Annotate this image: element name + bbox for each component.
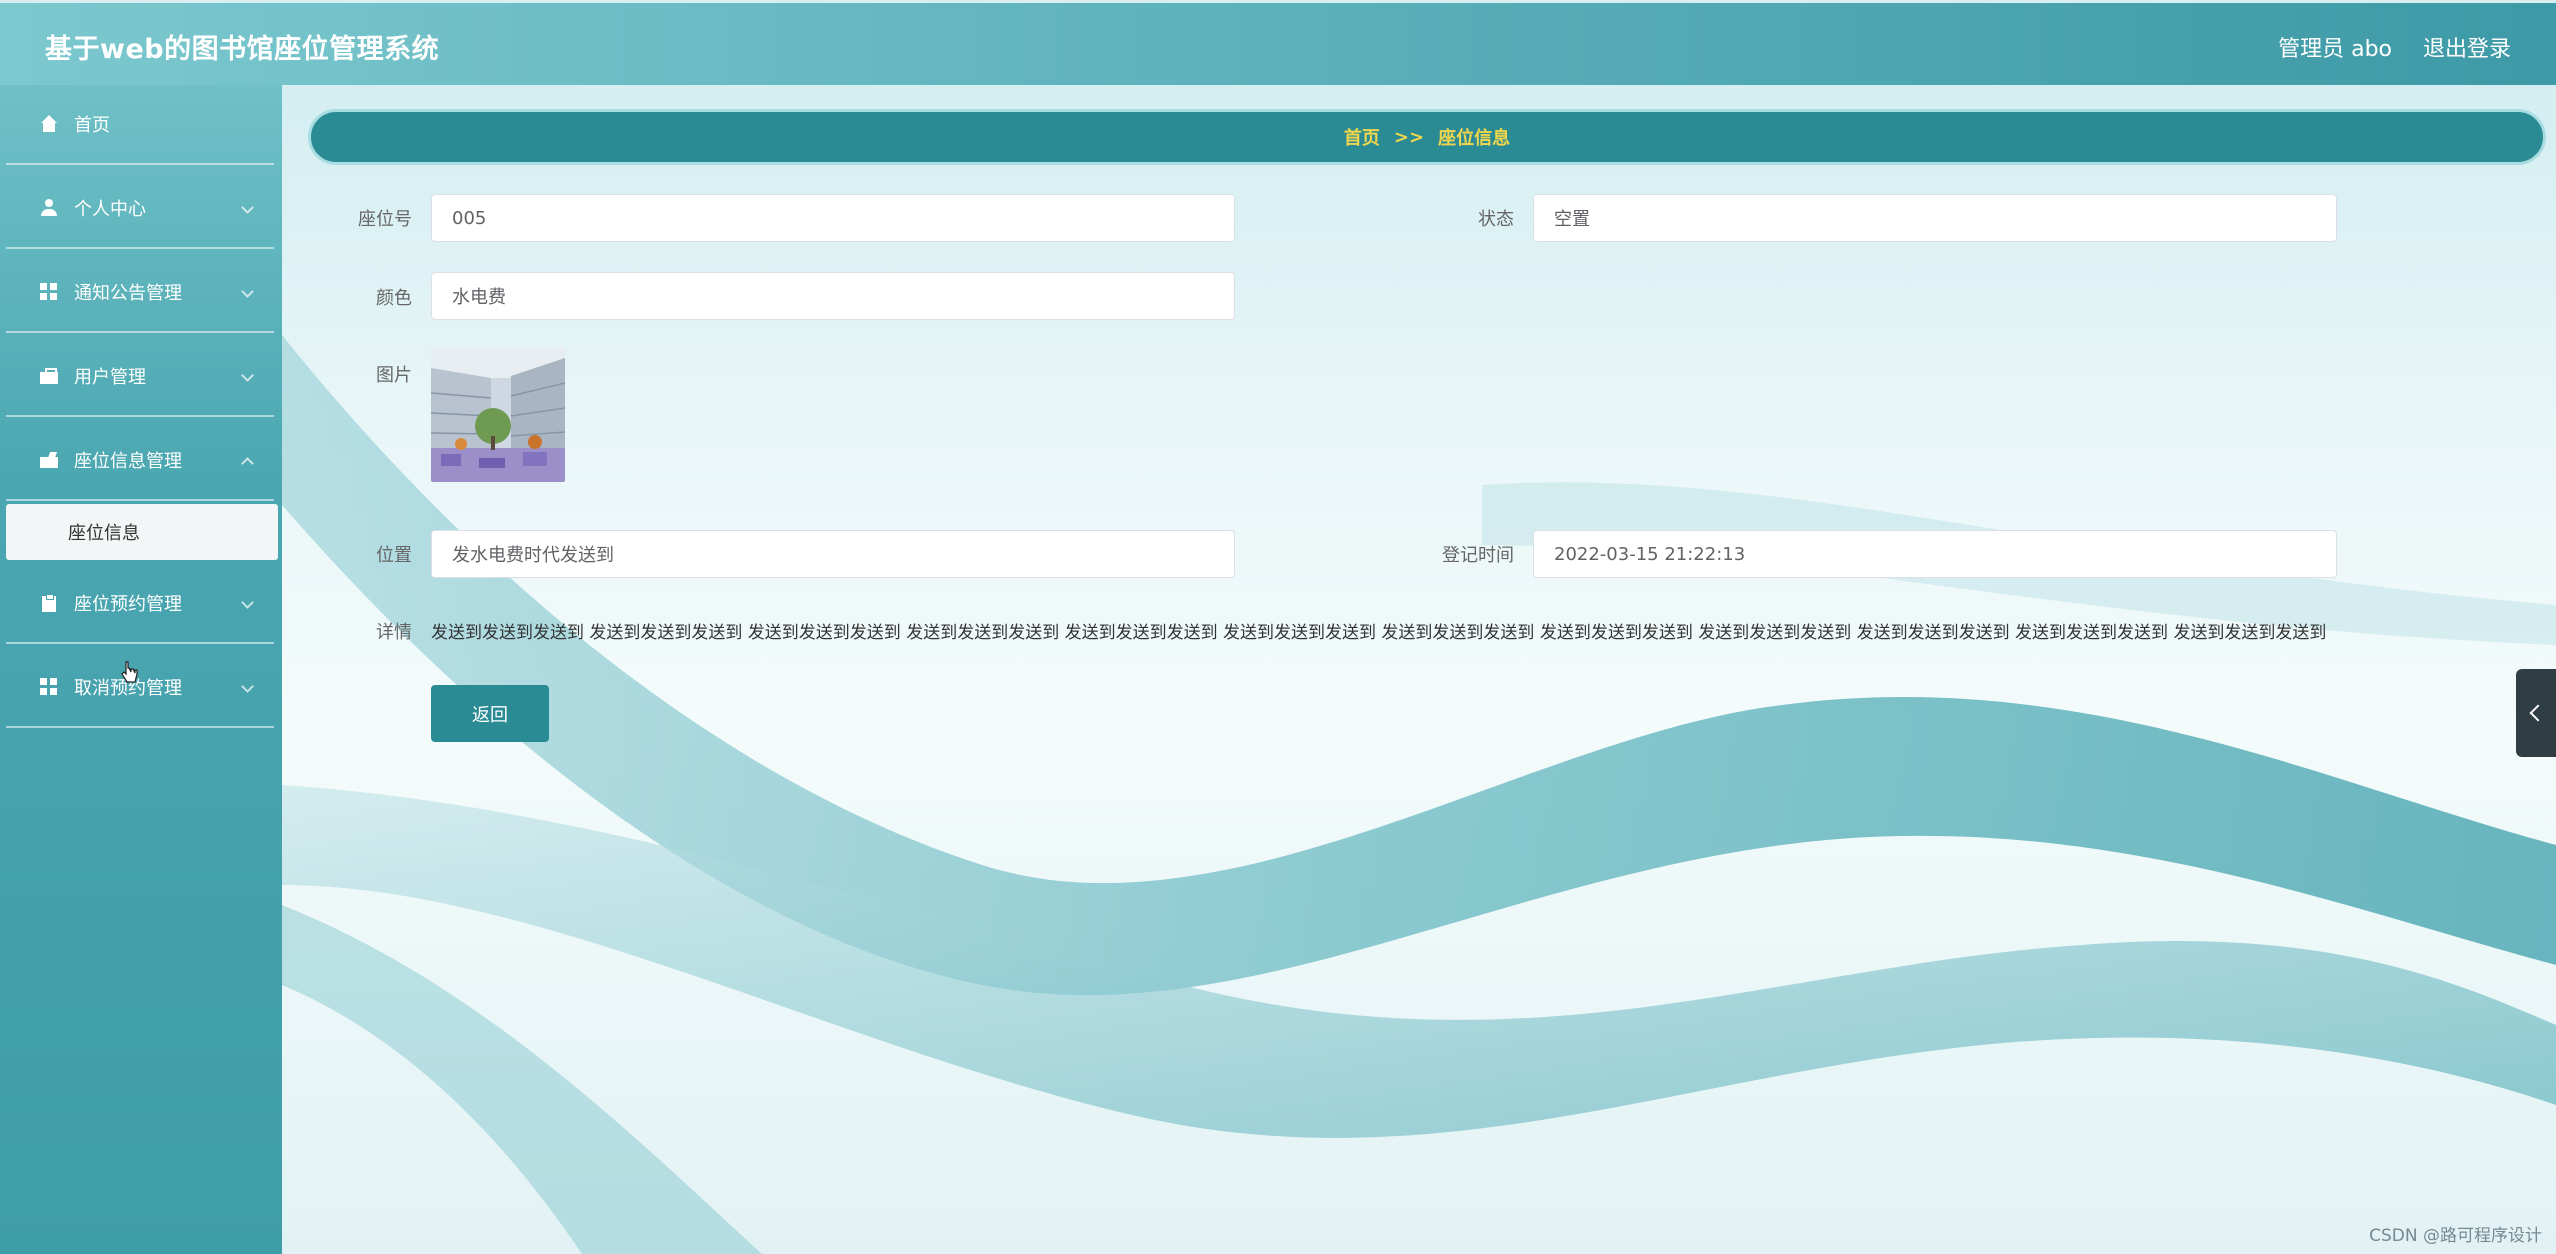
mouse-pointer-icon — [121, 661, 138, 683]
sidebar-item-label: 首页 — [74, 115, 110, 136]
background-waves — [282, 335, 2556, 1254]
home-icon — [40, 115, 58, 133]
briefcase-icon — [40, 367, 58, 385]
sidebar-item-label: 座位预约管理 — [74, 594, 182, 615]
sidebar-subitem-seat-info[interactable]: 座位信息 — [6, 504, 278, 560]
seat-number-input[interactable] — [431, 194, 1235, 242]
seat-photo[interactable] — [431, 348, 565, 482]
location-input[interactable] — [431, 530, 1235, 578]
registration-time-label: 登记时间 — [1442, 545, 1514, 566]
seat-number-label: 座位号 — [358, 209, 412, 230]
chevron-down-icon — [241, 596, 254, 609]
sidebar-item-home[interactable]: 首页 — [6, 85, 274, 165]
grid-icon — [40, 283, 58, 301]
color-label: 颜色 — [376, 288, 412, 309]
location-label: 位置 — [376, 545, 412, 566]
collapse-panel-toggle[interactable] — [2516, 669, 2556, 757]
sidebar-item-label: 座位信息管理 — [74, 451, 182, 472]
breadcrumb: 首页 >> 座位信息 — [308, 109, 2546, 165]
chevron-up-icon — [241, 457, 254, 470]
seat-icon — [40, 451, 58, 469]
sidebar-item-seat-info-management[interactable]: 座位信息管理 — [6, 421, 274, 501]
user-icon — [40, 199, 58, 217]
grid-icon — [40, 678, 58, 696]
chevron-down-icon — [241, 285, 254, 298]
sidebar-item-cancel-reservation-management[interactable]: 取消预约管理 — [6, 648, 274, 728]
main-content: 首页 >> 座位信息 座位号 状态 颜色 图片 — [282, 85, 2556, 1254]
sidebar-item-label: 个人中心 — [74, 199, 146, 220]
sidebar-subitem-label: 座位信息 — [68, 523, 140, 544]
library-photo-image — [431, 348, 565, 482]
details-label: 详情 — [376, 622, 412, 643]
status-label: 状态 — [1478, 209, 1514, 230]
registration-time-input[interactable] — [1533, 530, 2337, 578]
status-input[interactable] — [1533, 194, 2337, 242]
sidebar-item-label: 用户管理 — [74, 367, 146, 388]
watermark-text: CSDN @路可程序设计 — [2369, 1226, 2542, 1246]
top-header: 基于web的图书馆座位管理系统 管理员 abo 退出登录 — [0, 0, 2556, 85]
sidebar: 首页 个人中心 通知公告管理 用户管理 座位信息管理 座位信息 座位预约管理 取… — [0, 85, 282, 1254]
breadcrumb-home-link[interactable]: 首页 — [1344, 124, 1380, 150]
chevron-down-icon — [241, 680, 254, 693]
back-button[interactable]: 返回 — [431, 685, 549, 742]
clipboard-icon — [40, 594, 58, 612]
breadcrumb-separator: >> — [1393, 126, 1425, 148]
image-label: 图片 — [376, 365, 412, 386]
sidebar-item-seat-reservation-management[interactable]: 座位预约管理 — [6, 564, 274, 644]
sidebar-item-label: 通知公告管理 — [74, 283, 182, 304]
current-user-label: 管理员 abo — [2278, 37, 2392, 62]
breadcrumb-current: 座位信息 — [1438, 128, 1511, 149]
sidebar-item-personal-center[interactable]: 个人中心 — [6, 169, 274, 249]
logout-link[interactable]: 退出登录 — [2423, 31, 2511, 63]
sidebar-item-user-management[interactable]: 用户管理 — [6, 337, 274, 417]
sidebar-item-notice-management[interactable]: 通知公告管理 — [6, 253, 274, 333]
details-content: 发送到发送到发送到 发送到发送到发送到 发送到发送到发送到 发送到发送到发送到 … — [431, 623, 2327, 643]
chevron-down-icon — [241, 369, 254, 382]
app-title: 基于web的图书馆座位管理系统 — [45, 34, 440, 65]
color-input[interactable] — [431, 272, 1235, 320]
chevron-down-icon — [241, 201, 254, 214]
